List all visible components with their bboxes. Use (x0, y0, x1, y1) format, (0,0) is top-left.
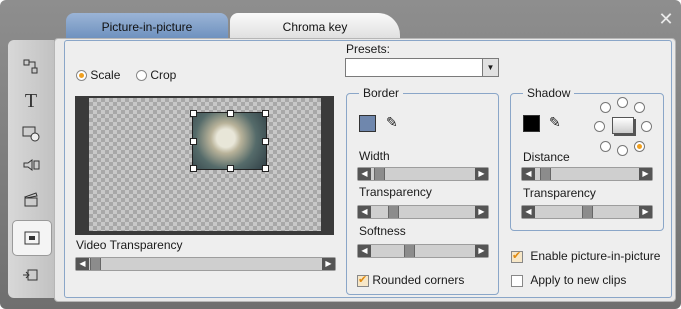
resize-handle[interactable] (190, 165, 197, 172)
text-icon[interactable]: T (16, 88, 46, 114)
shadow-direction-right[interactable] (641, 121, 652, 132)
video-transparency-slider[interactable]: ◀ ▶ (75, 257, 336, 271)
preview-area (75, 96, 334, 235)
rounded-corners-checkbox[interactable] (357, 273, 369, 287)
pip-video-frame[interactable] (190, 110, 269, 172)
rounded-corners-option[interactable]: Rounded corners (357, 273, 464, 287)
export-icon[interactable] (16, 262, 46, 288)
presets-dropdown[interactable]: ▼ (345, 58, 499, 77)
border-softness-label: Softness (359, 224, 406, 238)
eyedropper-icon[interactable]: ✎ (549, 114, 561, 131)
border-width-label: Width (359, 149, 390, 163)
slider-left-arrow-icon[interactable]: ◀ (358, 206, 371, 218)
slider-right-arrow-icon[interactable]: ▶ (639, 168, 652, 180)
slider-knob[interactable] (388, 206, 399, 218)
resize-handle[interactable] (262, 138, 269, 145)
pip-icon[interactable] (12, 220, 52, 256)
apply-new-clips-label: Apply to new clips (530, 273, 627, 287)
shadow-preview-icon (612, 117, 634, 134)
border-color-swatch[interactable] (359, 115, 376, 132)
enable-pip-option[interactable]: Enable picture-in-picture (511, 249, 660, 263)
resize-handle[interactable] (190, 110, 197, 117)
slider-left-arrow-icon[interactable]: ◀ (358, 168, 371, 180)
resize-handle[interactable] (227, 110, 234, 117)
border-softness-slider[interactable]: ◀ ▶ (357, 244, 489, 258)
tab-picture-in-picture[interactable]: Picture-in-picture (66, 13, 228, 40)
shadow-direction-left[interactable] (594, 121, 605, 132)
shadow-direction-bottom[interactable] (617, 145, 628, 156)
shadow-distance-label: Distance (523, 150, 570, 164)
shadow-direction-bottom-left[interactable] (600, 141, 611, 152)
rounded-corners-label: Rounded corners (372, 273, 465, 287)
eyedropper-icon[interactable]: ✎ (386, 114, 398, 131)
scale-radio[interactable]: Scale (76, 68, 120, 82)
shadow-transparency-label: Transparency (523, 186, 596, 200)
slider-knob[interactable] (582, 206, 593, 218)
apply-new-clips-checkbox[interactable] (511, 274, 523, 287)
slider-left-arrow-icon[interactable]: ◀ (522, 206, 535, 218)
shadow-color-swatch[interactable] (523, 115, 540, 132)
shadow-direction-top[interactable] (617, 97, 628, 108)
enable-pip-label: Enable picture-in-picture (530, 249, 661, 263)
slider-right-arrow-icon[interactable]: ▶ (475, 245, 488, 257)
tool-rail: T (8, 40, 54, 298)
tab-label: Picture-in-picture (101, 19, 193, 34)
slider-right-arrow-icon[interactable]: ▶ (322, 258, 335, 270)
border-title: Border (359, 86, 404, 100)
clapper-icon[interactable] (16, 186, 46, 212)
shadow-direction-bottom-right[interactable] (634, 141, 645, 152)
crop-radio-button[interactable] (136, 70, 147, 82)
border-transparency-slider[interactable]: ◀ ▶ (357, 205, 489, 219)
audio-icon[interactable] (16, 152, 46, 178)
slider-right-arrow-icon[interactable]: ▶ (475, 168, 488, 180)
presets-label: Presets: (346, 42, 391, 56)
slider-left-arrow-icon[interactable]: ◀ (358, 245, 371, 257)
layout-icon[interactable] (16, 54, 46, 80)
slider-left-arrow-icon[interactable]: ◀ (522, 168, 535, 180)
tab-label: Chroma key (282, 19, 348, 34)
shadow-direction-top-left[interactable] (600, 102, 611, 113)
resize-handle[interactable] (262, 110, 269, 117)
resize-handle[interactable] (262, 165, 269, 172)
shadow-transparency-slider[interactable]: ◀ ▶ (521, 205, 653, 219)
slider-knob[interactable] (540, 168, 551, 180)
slider-right-arrow-icon[interactable]: ▶ (639, 206, 652, 218)
video-transparency-label: Video Transparency (76, 238, 183, 252)
border-width-slider[interactable]: ◀ ▶ (357, 167, 489, 181)
shadow-direction-top-right[interactable] (634, 102, 645, 113)
resize-handle[interactable] (227, 165, 234, 172)
slider-knob[interactable] (404, 245, 415, 257)
close-icon[interactable]: ✕ (657, 10, 675, 28)
scale-label: Scale (90, 68, 121, 82)
slider-left-arrow-icon[interactable]: ◀ (76, 258, 89, 270)
clip-icon[interactable] (16, 120, 46, 146)
slider-right-arrow-icon[interactable]: ▶ (475, 206, 488, 218)
window: Picture-in-picture Chroma key ✕ T Scale … (0, 0, 681, 309)
resize-handle[interactable] (190, 138, 197, 145)
scale-radio-button[interactable] (76, 70, 87, 82)
border-transparency-label: Transparency (359, 185, 432, 199)
slider-knob[interactable] (374, 168, 385, 180)
shadow-title: Shadow (523, 86, 575, 100)
tab-chroma-key[interactable]: Chroma key (230, 13, 400, 40)
crop-radio[interactable]: Crop (136, 68, 176, 82)
enable-pip-checkbox[interactable] (511, 249, 523, 263)
crop-label: Crop (150, 68, 177, 82)
slider-knob[interactable] (90, 258, 101, 270)
shadow-distance-slider[interactable]: ◀ ▶ (521, 167, 653, 181)
chevron-down-icon[interactable]: ▼ (482, 59, 498, 76)
apply-new-clips-option[interactable]: Apply to new clips (511, 273, 626, 287)
